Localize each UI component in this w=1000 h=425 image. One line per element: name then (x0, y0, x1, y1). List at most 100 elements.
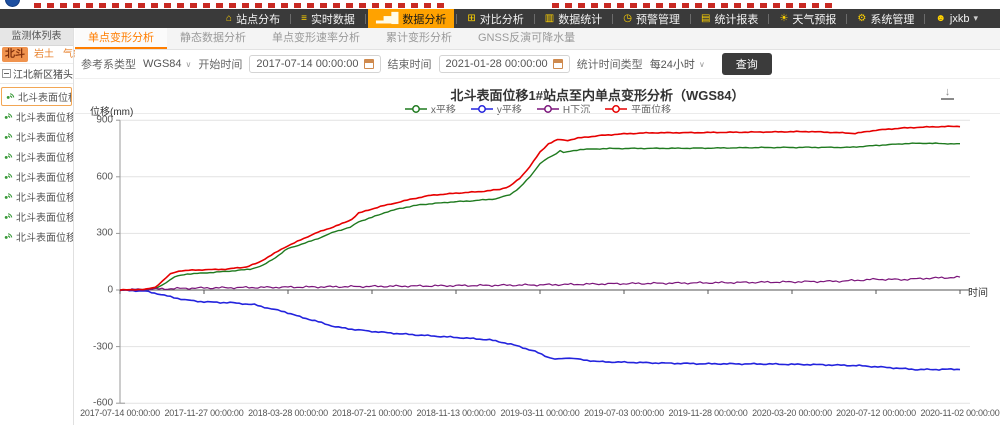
nav-label: 数据统计 (558, 11, 602, 27)
satellite-icon (3, 131, 14, 142)
sidebar-item-station-7[interactable]: 北斗表面位移7# (0, 206, 73, 226)
nav-item-realtime-data[interactable]: ≡ 实时数据 (293, 9, 363, 28)
y-axis-label: 0 (107, 285, 113, 296)
top-navbar: ⌂ 站点分布 ≡ 实时数据 ▂▅█ 数据分析 ⊞ 对比分析 ▥ 数据统计 ◷ 预… (0, 9, 1000, 28)
tree-root-node[interactable]: 江北新区猪头山... (0, 64, 73, 84)
series-line-H下沉 (120, 276, 960, 290)
nav-item-system-management[interactable]: ⚙ 系统管理 (849, 9, 922, 28)
x-axis-label: 2018-11-13 00:00:00 (416, 408, 495, 418)
nav-item-warning-management[interactable]: ◷ 预警管理 (615, 9, 688, 28)
nav-item-data-statistics[interactable]: ▥ 数据统计 (537, 9, 610, 28)
y-axis-label: 300 (96, 228, 113, 239)
start-time-value: 2017-07-14 00:00:00 (256, 58, 358, 70)
nav-item-site-distribution[interactable]: ⌂ 站点分布 (218, 9, 288, 28)
nav-label: 预警管理 (636, 11, 680, 27)
user-menu[interactable]: ☻ jxkb ▾ (927, 9, 986, 28)
satellite-icon (3, 231, 14, 242)
end-time-label: 结束时间 (388, 56, 432, 72)
nav-divider (365, 14, 366, 24)
analysis-tabs: 单点变形分析 静态数据分析 单点变形速率分析 累计变形分析 GNSS反演可降水量 (75, 28, 1000, 50)
x-axis-label: 2019-07-03 00:00:00 (584, 408, 664, 418)
nav-item-weather-forecast[interactable]: ☀ 天气预报 (771, 9, 844, 28)
sidebar-tab-geotech[interactable]: 岩土 (31, 47, 57, 62)
nav-label: 统计报表 (714, 11, 758, 27)
chevron-down-icon: ∨ (699, 60, 705, 69)
start-time-input[interactable]: 2017-07-14 00:00:00 (249, 55, 380, 73)
tab-cumulative-deformation[interactable]: 累计变形分析 (373, 28, 465, 49)
bar-chart-icon: ▂▅█ (376, 14, 398, 24)
collapse-icon[interactable] (2, 69, 11, 78)
y-axis-label: -300 (93, 341, 113, 352)
x-axis-label: 2019-03-11 00:00:00 (500, 408, 579, 418)
calendar-icon[interactable] (364, 59, 374, 69)
clipped-title-text (34, 3, 444, 8)
nav-item-compare-analysis[interactable]: ⊞ 对比分析 (459, 9, 531, 28)
ref-type-select[interactable]: WGS84 ∨ (143, 58, 191, 70)
sidebar-tab-beidou[interactable]: 北斗 (2, 47, 28, 62)
station-label: 北斗表面位移4# (16, 149, 73, 164)
end-time-input[interactable]: 2021-01-28 00:00:00 (439, 55, 570, 73)
stat-interval-value: 每24小时 (650, 56, 695, 72)
series-line-y平移 (120, 290, 960, 370)
nav-label: 系统管理 (870, 11, 914, 27)
sidebar: 监测体列表 北斗 岩土 气象 江北新区猪头山... 北斗表面位移1#北斗表面位移… (0, 28, 74, 425)
series-line-平面位移 (120, 126, 960, 290)
satellite-icon (3, 191, 14, 202)
nav-divider (534, 14, 535, 24)
stat-interval-select[interactable]: 每24小时 ∨ (650, 56, 705, 72)
query-button[interactable]: 查询 (722, 53, 772, 75)
sidebar-item-station-3[interactable]: 北斗表面位移3# (0, 126, 73, 146)
nav-item-data-analysis[interactable]: ▂▅█ 数据分析 (368, 9, 454, 28)
ref-type-label: 参考系类型 (81, 56, 136, 72)
satellite-icon (5, 91, 16, 102)
x-axis-label: 2018-07-21 00:00:00 (332, 408, 412, 418)
app-root: ⌂ 站点分布 ≡ 实时数据 ▂▅█ 数据分析 ⊞ 对比分析 ▥ 数据统计 ◷ 预… (0, 0, 1000, 425)
sidebar-item-station-2[interactable]: 北斗表面位移2# (0, 106, 73, 126)
sidebar-item-station-4[interactable]: 北斗表面位移4# (0, 146, 73, 166)
username: jxkb (950, 13, 970, 25)
nav-divider (924, 14, 925, 24)
sidebar-item-station-1[interactable]: 北斗表面位移1# (1, 87, 72, 106)
station-list: 北斗表面位移1#北斗表面位移2# 北斗表面位移3# 北斗表面位移4# 北斗表面位移5#… (0, 84, 73, 246)
station-label: 北斗表面位移7# (16, 209, 73, 224)
report-icon: ▤ (701, 14, 710, 24)
stat-interval-label: 统计时间类型 (577, 56, 643, 72)
satellite-icon (3, 111, 14, 122)
chart-plot (75, 80, 1000, 425)
sidebar-item-station-8[interactable]: 北斗表面位移8# (0, 226, 73, 246)
station-label: 北斗表面位移8# (16, 229, 73, 244)
end-time-value: 2021-01-28 00:00:00 (446, 58, 548, 70)
station-label: 北斗表面位移3# (16, 129, 73, 144)
tab-single-point-deformation[interactable]: 单点变形分析 (75, 28, 167, 49)
nav-divider (690, 14, 691, 24)
x-axis-label: 2018-03-28 00:00:00 (248, 408, 328, 418)
nav-divider (846, 14, 847, 24)
x-axis-label: 2020-07-12 00:00:00 (836, 408, 916, 418)
y-axis-label: 900 (96, 115, 113, 126)
sidebar-item-station-6[interactable]: 北斗表面位移6# (0, 186, 73, 206)
sun-icon: ☀ (779, 14, 788, 24)
nav-item-statistical-reports[interactable]: ▤ 统计报表 (693, 9, 766, 28)
sidebar-tabs: 北斗 岩土 气象 (0, 46, 73, 64)
tree-root-label: 江北新区猪头山... (13, 66, 73, 81)
gear-icon: ⚙ (857, 14, 866, 24)
tab-gnss-precipitable-water[interactable]: GNSS反演可降水量 (465, 28, 588, 49)
statistics-icon: ▥ (545, 14, 554, 24)
ref-type-value: WGS84 (143, 58, 182, 70)
station-label: 北斗表面位移5# (16, 169, 73, 184)
x-axis-label: 2017-07-14 00:00:00 (80, 408, 160, 418)
calendar-icon[interactable] (553, 59, 563, 69)
nav-divider (768, 14, 769, 24)
home-icon: ⌂ (226, 14, 232, 24)
chevron-down-icon: ∨ (186, 60, 192, 69)
alarm-icon: ◷ (623, 14, 632, 24)
tab-deformation-rate[interactable]: 单点变形速率分析 (259, 28, 373, 49)
sidebar-item-station-5[interactable]: 北斗表面位移5# (0, 166, 73, 186)
nav-label: 天气预报 (792, 11, 836, 27)
tab-static-data-analysis[interactable]: 静态数据分析 (167, 28, 259, 49)
x-axis-label: 2017-11-27 00:00:00 (164, 408, 243, 418)
database-icon: ≡ (301, 14, 307, 24)
y-axis-label: 600 (96, 171, 113, 182)
x-axis-label: 2019-11-28 00:00:00 (668, 408, 747, 418)
nav-divider (456, 14, 457, 24)
